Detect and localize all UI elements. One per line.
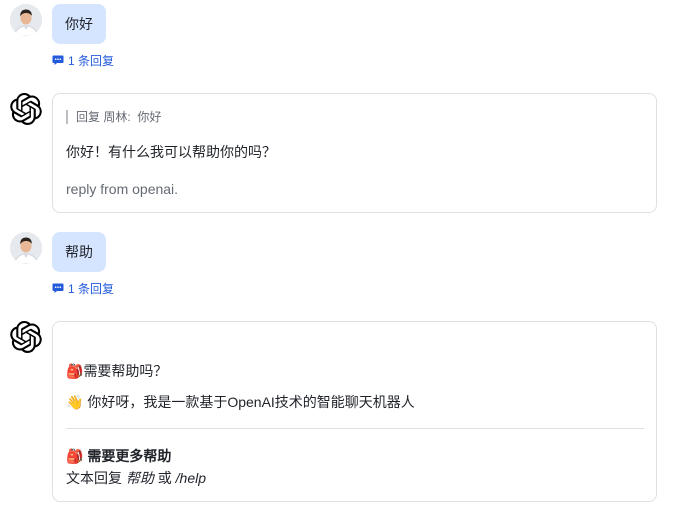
- comment-icon: [52, 55, 64, 65]
- user-avatar[interactable]: [10, 4, 42, 36]
- reply-count: 1 条回复: [68, 281, 115, 296]
- wave-emoji: 👋: [66, 394, 84, 410]
- user-avatar[interactable]: [10, 232, 42, 264]
- backpack-emoji: 🎒: [66, 363, 84, 379]
- thread-reply-link[interactable]: 1 条回复: [52, 280, 114, 296]
- openai-logo-icon: [10, 93, 42, 125]
- more-help-title: 需要更多帮助: [87, 448, 172, 464]
- assistant-help-card: 🎒需要帮助吗？ 👋 你好呀，我是一款基于OpenAI技术的智能聊天机器人 🎒 需…: [52, 321, 657, 502]
- quote-text: 你好: [137, 110, 162, 124]
- help-keyword: 帮助: [125, 470, 154, 486]
- message-text: 你好: [65, 16, 93, 32]
- greeting-line: 👋 你好呀，我是一款基于OpenAI技术的智能聊天机器人: [66, 393, 415, 411]
- card-divider: [66, 428, 644, 429]
- message-text: 帮助: [65, 244, 93, 260]
- assistant-footer-note: reply from openai.: [66, 181, 179, 197]
- openai-logo-icon: [10, 321, 42, 353]
- quote-user: 周林:: [103, 110, 131, 124]
- help-instruction-prefix: 文本回复: [66, 470, 122, 486]
- greeting-text: 你好呀，我是一款基于OpenAI技术的智能聊天机器人: [87, 394, 415, 410]
- more-help-heading: 🎒 需要更多帮助: [66, 447, 171, 465]
- help-instruction-line: 文本回复 帮助 或 /help: [66, 469, 206, 487]
- thread-reply-link[interactable]: 1 条回复: [52, 52, 114, 68]
- user-message-bubble: 你好: [52, 4, 106, 44]
- assistant-message-text: 你好！有什么我可以帮助你的吗？: [66, 144, 276, 160]
- reply-count: 1 条回复: [68, 53, 115, 68]
- assistant-message-card: 回复 周林: 你好 你好！有什么我可以帮助你的吗？ reply from ope…: [52, 93, 657, 213]
- user-message-bubble: 帮助: [52, 232, 106, 272]
- help-command: /help: [175, 470, 207, 486]
- quoted-reply: 回复 周林: 你好: [66, 110, 161, 124]
- help-or: 或: [157, 470, 172, 486]
- quote-prefix: 回复: [76, 110, 101, 124]
- backpack-emoji: 🎒: [66, 448, 84, 464]
- comment-icon: [52, 283, 64, 293]
- help-prompt-line: 🎒需要帮助吗？: [66, 362, 167, 380]
- help-prompt-text: 需要帮助吗？: [83, 363, 168, 379]
